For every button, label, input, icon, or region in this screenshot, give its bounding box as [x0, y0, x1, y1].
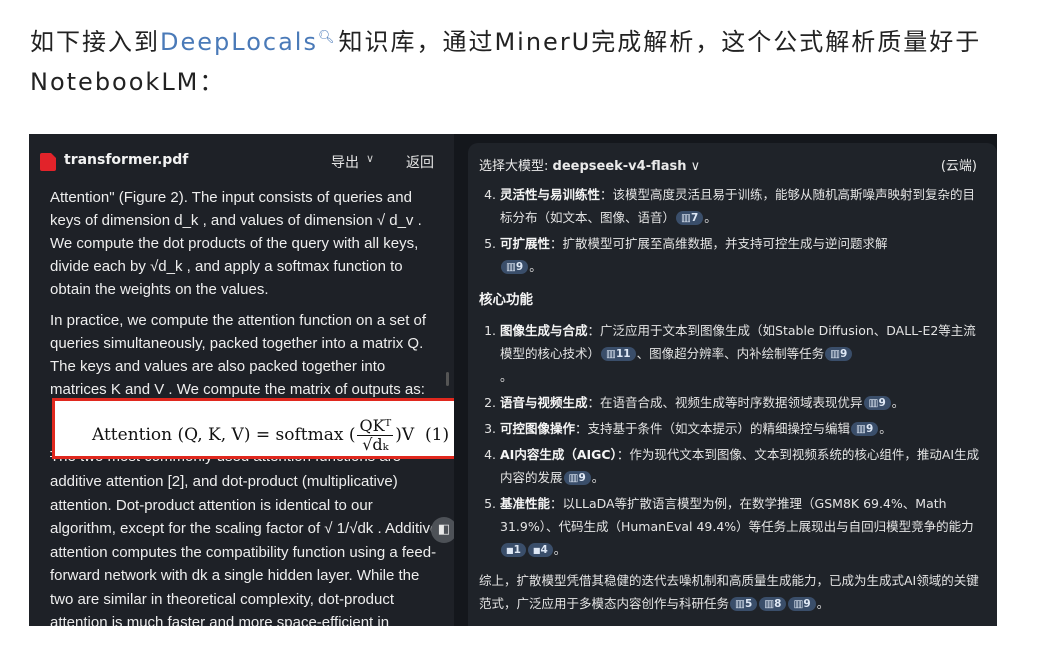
intro-paragraph: 如下接入到DeepLocals🔍︎知识库，通过MinerU完成解析，这个公式解析…: [30, 18, 1020, 102]
citation-badge[interactable]: 9: [825, 347, 853, 361]
chevron-down-icon[interactable]: ∨: [691, 159, 701, 174]
back-button[interactable]: 返回: [406, 152, 434, 172]
list-item: 基准性能：以LLaDA等扩散语言模型为例，在数学推理（GSM8K 69.4%、M…: [500, 492, 984, 561]
attention-formula: Attention (Q, K, V) = softmax (QKᵀ √dₖ)V …: [92, 417, 449, 454]
app-screenshot: transformer.pdf 导出 ∨ 返回 Attention" (Figu…: [29, 134, 997, 626]
chat-header: 选择大模型: deepseek-v4-flash ∨ (云端): [468, 143, 997, 183]
chevron-down-icon[interactable]: ∨: [366, 152, 374, 165]
document-citation-badge[interactable]: 1: [501, 543, 526, 557]
pdf-content: Attention" (Figure 2). The input consist…: [50, 186, 440, 409]
item-title: 可控图像操作: [500, 421, 576, 436]
item-text: 。: [553, 542, 567, 557]
search-icon[interactable]: 🔍︎: [318, 30, 337, 45]
item-title: 基准性能: [500, 496, 551, 511]
item-text: ：支持基于条件（如文本提示）的精细操控与编辑: [575, 421, 851, 436]
list-item: 语音与视频生成：在语音合成、视频生成等时序数据领域表现优异9。: [500, 391, 984, 414]
summary-paragraph: 综上，扩散模型凭借其稳健的迭代去噪机制和高质量生成能力，已成为生成式AI领域的关…: [479, 569, 984, 615]
item-text: ：在语音合成、视频生成等时序数据领域表现优异: [587, 395, 863, 410]
pdf-file-name: transformer.pdf: [64, 152, 189, 168]
item-text: ：扩散模型可扩展至高维数据，并支持可控生成与逆问题求解: [550, 236, 888, 251]
pdf-paragraph-1: Attention" (Figure 2). The input consist…: [50, 189, 422, 298]
item-title: 图像生成与合成: [500, 323, 588, 338]
intro-text-before: 如下接入到: [30, 28, 160, 56]
formula-rhs: )V: [395, 425, 415, 445]
formula-numerator: QKᵀ: [357, 416, 394, 436]
document-citation-badge[interactable]: 4: [527, 543, 553, 557]
citation-badge[interactable]: 9: [851, 422, 879, 436]
item-text: 。: [500, 369, 513, 384]
citation-badge[interactable]: 9: [788, 597, 816, 611]
list-item: 可控图像操作：支持基于条件（如文本提示）的精细操控与编辑9。: [500, 417, 984, 440]
list-item: 灵活性与易训练性：该模型高度灵活且易于训练，能够从随机高斯噪声映射到复杂的目标分…: [500, 183, 984, 229]
chat-answer: 灵活性与易训练性：该模型高度灵活且易于训练，能够从随机高斯噪声映射到复杂的目标分…: [479, 183, 984, 615]
list-item: 图像生成与合成：广泛应用于文本到图像生成（如Stable Diffusion、D…: [500, 319, 984, 388]
model-label: 选择大模型:: [479, 159, 553, 174]
item-title: 语音与视频生成: [500, 395, 588, 410]
summary-text: 综上，扩散模型凭借其稳健的迭代去噪机制和高质量生成能力，已成为生成式AI领域的关…: [479, 573, 979, 611]
attention-formula-highlight: Attention (Q, K, V) = softmax (QKᵀ √dₖ)V …: [52, 398, 454, 459]
cloud-badge: (云端): [940, 159, 977, 174]
item-title: 灵活性与易训练性: [500, 187, 601, 202]
formula-fraction: QKᵀ √dₖ: [357, 416, 394, 454]
pdf-paragraph-2: In practice, we compute the attention fu…: [50, 312, 427, 398]
pdf-scrollbar[interactable]: [446, 372, 449, 386]
formula-lhs: Attention (Q, K, V) = softmax (: [92, 425, 356, 445]
item-text: 、图像超分辨率、内补绘制等任务: [636, 346, 825, 361]
formula-denominator: √dₖ: [362, 435, 389, 454]
model-name: deepseek-v4-flash: [552, 159, 687, 174]
section-heading: 核心功能: [479, 292, 533, 308]
list-item: AI内容生成（AIGC）：作为现代文本到图像、文本到视频系统的核心组件，推动AI…: [500, 443, 984, 489]
chat-panel: 选择大模型: deepseek-v4-flash ∨ (云端) 灵活性与易训练性…: [468, 143, 997, 626]
item-title: 可扩展性: [500, 236, 551, 251]
pdf-viewer-panel: transformer.pdf 导出 ∨ 返回 Attention" (Figu…: [29, 134, 454, 626]
item-title: AI内容生成（AIGC）: [500, 447, 617, 462]
item-text: ：以LLaDA等扩散语言模型为例，在数学推理（GSM8K 69.4%、Math …: [500, 496, 974, 534]
citation-badge[interactable]: 7: [676, 211, 704, 225]
collapse-sidebar-icon[interactable]: ◧: [431, 517, 454, 543]
core-feature-list: 图像生成与合成：广泛应用于文本到图像生成（如Stable Diffusion、D…: [479, 319, 984, 561]
pdf-paragraph-3: additive attention [2], and dot-product …: [50, 473, 439, 626]
model-selector[interactable]: 选择大模型: deepseek-v4-flash ∨: [479, 155, 700, 174]
feature-list: 灵活性与易训练性：该模型高度灵活且易于训练，能够从随机高斯噪声映射到复杂的目标分…: [479, 183, 984, 278]
pdf-file-icon: [40, 153, 56, 171]
citation-badge[interactable]: 5: [730, 597, 758, 611]
item-text: 。: [891, 395, 905, 410]
formula-number: (1): [425, 425, 450, 445]
citation-badge[interactable]: 11: [601, 347, 636, 361]
item-text: 。: [879, 421, 892, 436]
deeplocals-link[interactable]: DeepLocals: [160, 28, 318, 56]
citation-badge[interactable]: 9: [863, 396, 891, 410]
citation-badge[interactable]: 8: [759, 597, 787, 611]
item-text: 。: [591, 470, 605, 485]
list-item: 可扩展性：扩散模型可扩展至高维数据，并支持可控生成与逆问题求解9。: [500, 232, 984, 278]
citation-badge[interactable]: 9: [501, 260, 529, 274]
pdf-header: transformer.pdf 导出 ∨ 返回: [29, 134, 454, 186]
citation-badge[interactable]: 9: [563, 471, 591, 485]
summary-end: 。: [816, 596, 830, 611]
export-button[interactable]: 导出: [331, 152, 359, 172]
